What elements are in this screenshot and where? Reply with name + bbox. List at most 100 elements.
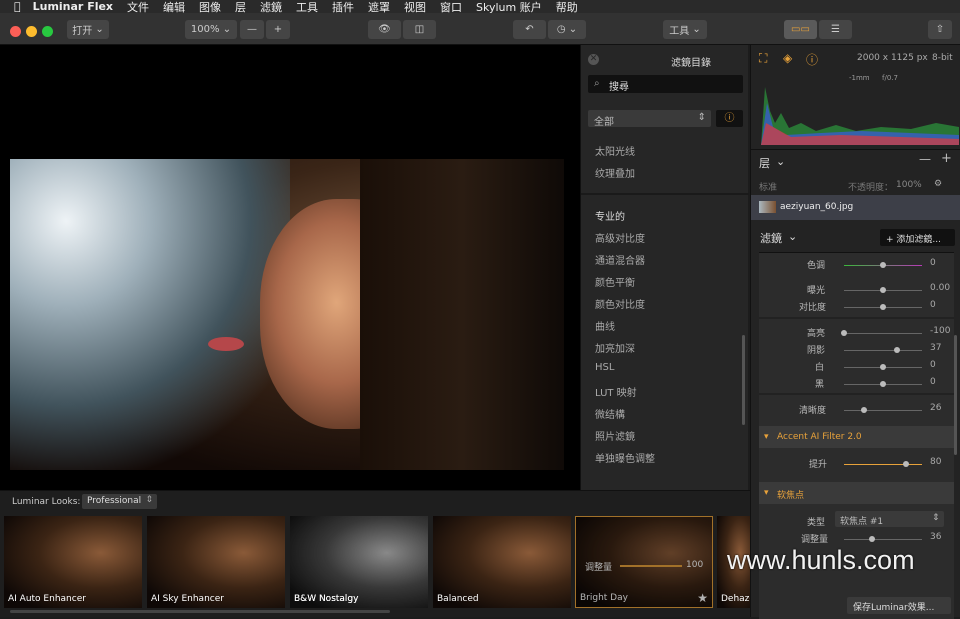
boost-slider[interactable] <box>844 461 922 467</box>
filter-item[interactable]: 加亮加深 <box>595 340 635 355</box>
filter-item[interactable]: 微结構 <box>595 406 625 421</box>
minimize-window-button[interactable] <box>26 26 37 37</box>
apple-icon[interactable]:  <box>14 0 21 13</box>
layers-icon[interactable]: ◈ <box>783 51 792 65</box>
blend-mode-select[interactable]: 标准 <box>759 180 777 193</box>
slider-knob[interactable] <box>861 407 868 413</box>
history-button[interactable]: ◷ ⌄ <box>548 20 586 39</box>
menu-account[interactable]: Skylum 账户 <box>476 0 542 14</box>
clarity-slider[interactable] <box>844 407 922 413</box>
menu-layer[interactable]: 层 <box>235 0 246 14</box>
app-menu[interactable]: Luminar Flex <box>33 0 113 13</box>
slider-knob[interactable] <box>880 287 886 293</box>
image-canvas[interactable] <box>0 45 580 490</box>
filter-item[interactable]: LUT 映射 <box>595 384 637 399</box>
menu-edit[interactable]: 编辑 <box>163 0 185 14</box>
layers-title[interactable]: 层 <box>759 155 770 171</box>
look-thumbnail[interactable]: AI Auto Enhancer <box>4 516 142 608</box>
undo-button[interactable]: ↶ <box>513 20 546 39</box>
open-button[interactable]: 打开 ⌄ <box>67 20 109 39</box>
contrast-slider[interactable] <box>844 304 922 310</box>
exposure-slider[interactable] <box>844 287 922 293</box>
looks-category-select[interactable]: Professional ⇕ <box>82 494 157 509</box>
menu-mask[interactable]: 遮罩 <box>368 0 390 14</box>
add-layer-button[interactable]: + <box>941 151 952 166</box>
menu-plugins[interactable]: 插件 <box>332 0 354 14</box>
soft-focus-type-select[interactable]: 软焦点 #1 ⇕ <box>835 511 944 527</box>
scrollbar[interactable] <box>954 335 957 455</box>
filter-item[interactable]: 高级对比度 <box>595 230 645 245</box>
slider-knob[interactable] <box>880 381 886 387</box>
blacks-slider[interactable] <box>844 381 922 387</box>
slider-knob[interactable] <box>880 304 886 310</box>
chevron-down-icon[interactable]: ⌄ <box>788 230 797 243</box>
look-thumbnail[interactable]: Balanced <box>433 516 571 608</box>
compare-button[interactable]: ◫ <box>403 20 436 39</box>
look-thumbnail-selected[interactable]: 调整量 100 Bright Day ★ <box>575 516 713 608</box>
slider-knob[interactable] <box>880 364 886 370</box>
slider-knob[interactable] <box>841 330 847 336</box>
filter-item[interactable]: 曲线 <box>595 318 615 333</box>
close-window-button[interactable] <box>10 26 21 37</box>
info-icon[interactable]: ⓘ <box>716 110 743 127</box>
chevron-down-icon[interactable]: ⌄ <box>776 155 785 168</box>
eye-icon: 👁 <box>378 24 391 35</box>
zoom-in-button[interactable]: + <box>266 20 290 39</box>
category-select[interactable]: 全部 ⇕ <box>588 110 711 128</box>
slider-knob[interactable] <box>869 536 876 542</box>
save-looks-label: 保存Luminar效果... <box>853 603 935 613</box>
filter-item[interactable]: 太阳光线 <box>595 143 635 158</box>
menu-tools[interactable]: 工具 <box>296 0 318 14</box>
overlay-amount-slider[interactable] <box>620 565 682 567</box>
look-thumbnail[interactable]: B&W Nostalgy <box>290 516 428 608</box>
gear-icon[interactable]: ⚙ <box>934 179 942 189</box>
filter-item[interactable]: 颜色平衡 <box>595 274 635 289</box>
menu-image[interactable]: 图像 <box>199 0 221 14</box>
tools-button[interactable]: 工具 ⌄ <box>663 20 707 39</box>
remove-layer-button[interactable]: — <box>919 152 931 166</box>
share-button[interactable]: ⇧ <box>928 20 952 39</box>
opacity-value[interactable]: 100% <box>896 180 922 190</box>
tint-slider[interactable] <box>844 262 922 268</box>
preview-eye-button[interactable]: 👁 <box>368 20 401 39</box>
accent-filter-header[interactable]: ▾ Accent AI Filter 2.0 <box>759 426 954 448</box>
add-filter-button[interactable]: + 添加滤鏡... <box>880 229 955 246</box>
adjust-panel-button[interactable]: ☰ <box>819 20 852 39</box>
close-icon[interactable]: ✕ <box>588 54 599 65</box>
filter-item[interactable]: 颜色对比度 <box>595 296 645 311</box>
star-icon[interactable]: ★ <box>697 591 708 605</box>
looks-panel-button[interactable]: ▭▭ <box>784 20 817 39</box>
filter-item[interactable]: 通道混合器 <box>595 252 645 267</box>
info-icon[interactable]: ⓘ <box>806 51 818 68</box>
amount-slider[interactable] <box>844 536 922 542</box>
filter-item[interactable]: 单独曝色调整 <box>595 450 655 465</box>
menu-window[interactable]: 窗口 <box>440 0 462 14</box>
look-thumbnail[interactable]: AI Sky Enhancer <box>147 516 285 608</box>
zoom-select[interactable]: 100% ⌄ <box>185 20 237 39</box>
adjust-value: 0 <box>930 377 936 387</box>
search-field[interactable]: ⌕ 搜尋 <box>588 75 743 93</box>
save-looks-button[interactable]: 保存Luminar效果... <box>847 597 951 614</box>
filter-item[interactable]: 纹理叠加 <box>595 165 635 180</box>
highlights-slider[interactable] <box>841 330 922 336</box>
filter-item[interactable]: 照片滤鏡 <box>595 428 635 443</box>
adjust-label: 白 <box>815 363 825 373</box>
shadows-slider[interactable] <box>844 347 922 353</box>
scrollbar[interactable] <box>742 335 745 425</box>
horizontal-scrollbar[interactable] <box>10 610 390 613</box>
slider-knob[interactable] <box>894 347 901 353</box>
menu-filter[interactable]: 滤鏡 <box>260 0 282 14</box>
filter-item[interactable]: HSL <box>595 362 614 373</box>
layer-row[interactable]: aeziyuan_60.jpg <box>751 195 960 220</box>
menu-view[interactable]: 视图 <box>404 0 426 14</box>
zoom-window-button[interactable] <box>42 26 53 37</box>
menu-file[interactable]: 文件 <box>127 0 149 14</box>
slider-knob[interactable] <box>903 461 910 467</box>
whites-slider[interactable] <box>844 364 922 370</box>
zoom-out-button[interactable]: — <box>240 20 264 39</box>
soft-focus-header[interactable]: ▾ 软焦点 <box>759 482 954 504</box>
filters-title[interactable]: 滤鏡 <box>760 230 782 246</box>
slider-knob[interactable] <box>880 262 886 268</box>
menu-help[interactable]: 帮助 <box>556 0 578 14</box>
histogram-icon[interactable]: ⛶ <box>759 51 767 66</box>
